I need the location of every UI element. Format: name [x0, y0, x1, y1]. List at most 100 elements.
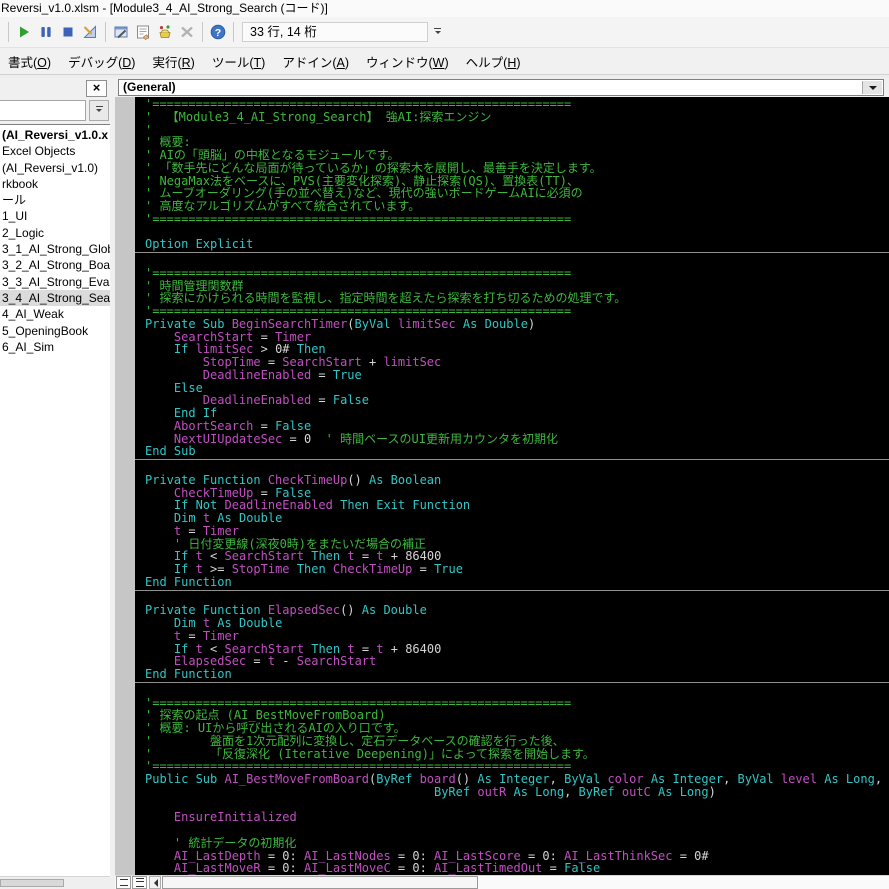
code-line: NextUIUpdateSec = 0 ' 時間ベースのUI更新用カウンタを初期…	[173, 431, 558, 446]
code-text[interactable]: '=======================================…	[135, 97, 889, 875]
reset-icon	[60, 24, 76, 40]
menu-item-tools[interactable]: ツール(T)	[212, 52, 265, 71]
project-tree-item[interactable]: 3_3_AI_Strong_Eval	[0, 274, 110, 290]
project-tree-item[interactable]: ール	[0, 192, 110, 208]
help-icon: ?	[210, 24, 226, 40]
project-panel-combo-stub[interactable]	[0, 100, 86, 121]
toolbar-options-button[interactable]	[430, 20, 445, 44]
toolbox-button	[176, 21, 198, 43]
help-button[interactable]: ?	[207, 21, 229, 43]
procedure-divider	[135, 681, 889, 684]
project-tree-item[interactable]: 2_Logic	[0, 225, 110, 241]
full-module-view-button[interactable]	[132, 876, 147, 889]
code-line: Dim t As Double	[173, 511, 283, 525]
full-module-view-icon	[135, 878, 144, 887]
code-line: '	[145, 122, 153, 137]
code-line: ByRef outR As Long, ByRef outC As Long)	[433, 784, 716, 799]
code-line: If t >= StopTime Then CheckTimeUp = True	[173, 562, 463, 576]
code-line: ElapsedSec = t - SearchStart	[173, 654, 377, 669]
project-tree-item[interactable]: 3_4_AI_Strong_Search	[0, 289, 110, 307]
project-tree-item[interactable]: 1_UI	[0, 208, 110, 224]
toolbar: ? 33 行, 14 桁	[0, 17, 889, 48]
code-line: Dim t As Double	[173, 616, 283, 630]
break-icon	[38, 24, 54, 40]
menu-item-window[interactable]: ウィンドウ(W)	[366, 52, 449, 71]
object-browser-button[interactable]	[154, 21, 176, 43]
code-line: Option Explicit	[145, 237, 254, 252]
code-line: End Function	[145, 574, 232, 589]
menu-item-debug[interactable]: デバッグ(D)	[68, 52, 135, 71]
code-h-scrollbar[interactable]	[115, 875, 889, 889]
project-tree-item[interactable]: 4_AI_Weak	[0, 306, 110, 322]
reset-button[interactable]	[57, 21, 79, 43]
object-box-dropdown-button[interactable]	[862, 81, 882, 94]
scroll-left-button[interactable]	[149, 876, 161, 889]
code-line: End Function	[145, 667, 232, 681]
project-tree-h-scrollbar[interactable]	[0, 876, 110, 889]
object-browser-icon	[157, 24, 173, 40]
project-tree-item[interactable]: rkbook	[0, 176, 110, 192]
toolbox-icon	[179, 24, 195, 40]
code-window: (General) '=============================…	[115, 78, 889, 889]
design-mode-button[interactable]	[79, 21, 101, 43]
code-line: '=======================================…	[145, 211, 572, 226]
project-tree-item[interactable]: 3_1_AI_Strong_Global	[0, 241, 110, 257]
break-button[interactable]	[35, 21, 57, 43]
project-toolbar-options-button[interactable]	[89, 100, 109, 121]
run-icon	[16, 24, 32, 40]
run-button[interactable]	[13, 21, 35, 43]
menu-item-help[interactable]: ヘルプ(H)	[466, 52, 521, 71]
project-tree[interactable]: (AI_Reversi_v1.0.x Excel Objects (AI_Rever…	[0, 124, 110, 876]
code-line: ' 【Module3_4_AI_Strong_Search】 強AI:探索エンジ…	[145, 109, 492, 124]
properties-window-button[interactable]	[132, 21, 154, 43]
code-line: EnsureInitialized	[173, 810, 297, 825]
toolbar-options-icon	[434, 27, 441, 29]
procedure-view-icon	[119, 879, 128, 886]
code-editor[interactable]: '=======================================…	[115, 97, 889, 875]
code-h-scrollbar-thumb[interactable]	[162, 876, 478, 889]
toolbar-separator	[202, 22, 203, 42]
procedure-divider	[135, 251, 889, 254]
project-panel-toolbar	[0, 98, 110, 124]
procedure-divider	[135, 589, 889, 592]
menu-item-format[interactable]: 書式(O)	[8, 52, 51, 71]
toolbar-separator	[8, 22, 9, 42]
code-line: '=======================================…	[145, 265, 572, 280]
procedure-divider	[135, 458, 889, 461]
properties-window-icon	[135, 24, 151, 40]
code-line: AI_LastMoveR = 0: AI_LastMoveC = 0: AI_L…	[173, 861, 601, 875]
menu-item-run[interactable]: 実行(R)	[152, 52, 194, 71]
project-explorer-icon	[113, 24, 129, 40]
close-icon: ×	[92, 80, 101, 95]
window-title: Reversi_v1.0.xlsm - [Module3_4_AI_Strong…	[1, 1, 328, 15]
project-explorer-button[interactable]	[110, 21, 132, 43]
project-tree-item[interactable]: (AI_Reversi_v1.0.x	[0, 127, 110, 143]
project-tree-item[interactable]: 6_AI_Sim	[0, 339, 110, 355]
chevron-down-icon	[868, 85, 877, 94]
vbe-window: Reversi_v1.0.xlsm - [Module3_4_AI_Strong…	[0, 0, 889, 889]
toolbar-separator	[233, 22, 234, 42]
code-line: DeadlineEnabled = True	[202, 367, 362, 382]
object-box-row: (General)	[115, 78, 889, 97]
menu-item-add-ins[interactable]: アドイン(A)	[282, 52, 349, 71]
project-tree-item[interactable]: 5_OpeningBook	[0, 323, 110, 339]
project-tree-item[interactable]: 3_2_AI_Strong_Board	[0, 257, 110, 273]
margin-indicator-bar	[115, 97, 135, 875]
procedure-view-button[interactable]	[116, 876, 131, 889]
close-button[interactable]: ×	[86, 80, 107, 97]
toolbar-options-icon	[95, 106, 103, 107]
project-explorer-panel: × (AI_Reversi_v1.0.x Excel Objects (AI_Rev…	[0, 78, 110, 889]
object-box-value: (General)	[123, 80, 176, 94]
menu-bar: 書式(O) デバッグ(D) 実行(R) ツール(T) アドイン(A) ウィンドウ(W) ヘル…	[0, 48, 889, 74]
project-tree-item[interactable]: (AI_Reversi_v1.0)	[0, 160, 110, 176]
code-line: DeadlineEnabled = False	[202, 393, 369, 408]
design-mode-icon	[82, 24, 98, 40]
object-box-dropdown[interactable]: (General)	[118, 79, 884, 96]
chevron-left-icon	[150, 878, 158, 887]
toolbar-separator	[105, 22, 106, 42]
svg-text:?: ?	[215, 27, 221, 39]
code-line: End Sub	[145, 444, 196, 459]
project-tree-h-scrollbar-thumb[interactable]	[0, 879, 64, 887]
project-tree-item[interactable]: Excel Objects	[0, 143, 110, 159]
